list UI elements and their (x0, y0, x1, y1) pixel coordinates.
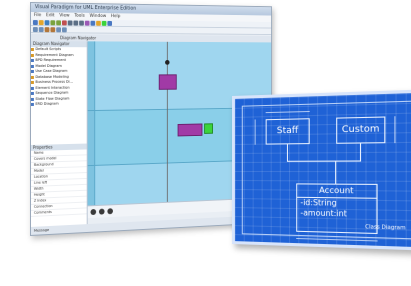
dimension-line (296, 237, 378, 242)
paste-icon[interactable] (79, 20, 84, 26)
diagram-icon (30, 97, 34, 101)
task-node[interactable] (177, 123, 203, 137)
task-node[interactable] (158, 74, 177, 90)
menu-tools[interactable]: Tools (74, 13, 85, 20)
start-node[interactable] (165, 60, 170, 65)
menu-view[interactable]: View (59, 12, 69, 19)
run-icon[interactable] (101, 20, 107, 26)
shape-icon[interactable] (84, 20, 90, 26)
diagram-icon (30, 103, 34, 107)
class-attribute: -amount:int (300, 207, 347, 218)
grid-icon[interactable] (56, 27, 62, 33)
diagram-icon (30, 86, 34, 90)
class-attribute: -id:String (300, 197, 337, 208)
swimlane-header (87, 41, 96, 111)
navigate-forward-icon[interactable] (98, 208, 105, 215)
distribute-icon[interactable] (38, 27, 44, 33)
class-staff: Staff (265, 118, 310, 145)
new-icon[interactable] (32, 20, 38, 26)
diagram-icon (30, 70, 34, 74)
connector-line (335, 160, 337, 184)
dimension-line (254, 119, 256, 145)
color-icon[interactable] (50, 27, 56, 33)
cut-icon[interactable] (67, 20, 73, 26)
folder-icon (30, 48, 34, 52)
class-account-name: Account (297, 184, 377, 199)
connector-line (286, 144, 289, 161)
menu-help[interactable]: Help (111, 13, 121, 20)
diagram-icon (30, 59, 34, 63)
class-diagram-card: Staff Custom Account -id:String -amount:… (232, 89, 411, 251)
zoom-fit-icon[interactable] (107, 208, 113, 215)
zoom-icon[interactable] (90, 20, 96, 26)
undo-icon[interactable] (50, 20, 56, 26)
menu-window[interactable]: Window (90, 13, 107, 20)
diagram-icon (30, 64, 34, 68)
font-icon[interactable] (44, 27, 50, 33)
navigate-back-icon[interactable] (90, 208, 97, 216)
swimlane-header (87, 110, 96, 166)
delete-icon[interactable] (61, 20, 67, 26)
properties-panel: Properties Name Covers model Background … (30, 143, 87, 217)
redo-icon[interactable] (56, 20, 62, 26)
snap-icon[interactable] (61, 27, 67, 33)
copy-icon[interactable] (73, 20, 79, 26)
menu-file[interactable]: File (34, 12, 41, 19)
event-node[interactable] (204, 123, 213, 134)
swimlane-header (87, 165, 96, 206)
dimension-line (394, 116, 396, 144)
layout-icon[interactable] (96, 20, 101, 26)
folder-icon (30, 53, 34, 57)
export-icon[interactable] (107, 20, 113, 26)
open-icon[interactable] (38, 20, 44, 26)
tree-item[interactable]: ERD Diagram (30, 101, 87, 107)
left-panel: Diagram Navigator Default Scripts Requir… (30, 41, 88, 235)
save-icon[interactable] (44, 20, 50, 26)
folder-icon (30, 81, 34, 85)
class-customer: Custom (336, 116, 386, 144)
connector-line (359, 143, 362, 161)
flow-connector[interactable] (166, 41, 168, 202)
diagram-icon (30, 92, 34, 96)
diagram-caption: Class Diagram (365, 224, 406, 232)
folder-icon (30, 75, 34, 79)
menu-edit[interactable]: Edit (46, 12, 54, 19)
property-row[interactable]: Comments (30, 208, 87, 217)
connector-line (286, 160, 362, 163)
align-icon[interactable] (32, 27, 38, 33)
screenshot-stage: Visual Paradigm for UML Enterprise Editi… (0, 0, 411, 286)
tab-diagram[interactable]: Diagram Navigator (60, 35, 96, 40)
